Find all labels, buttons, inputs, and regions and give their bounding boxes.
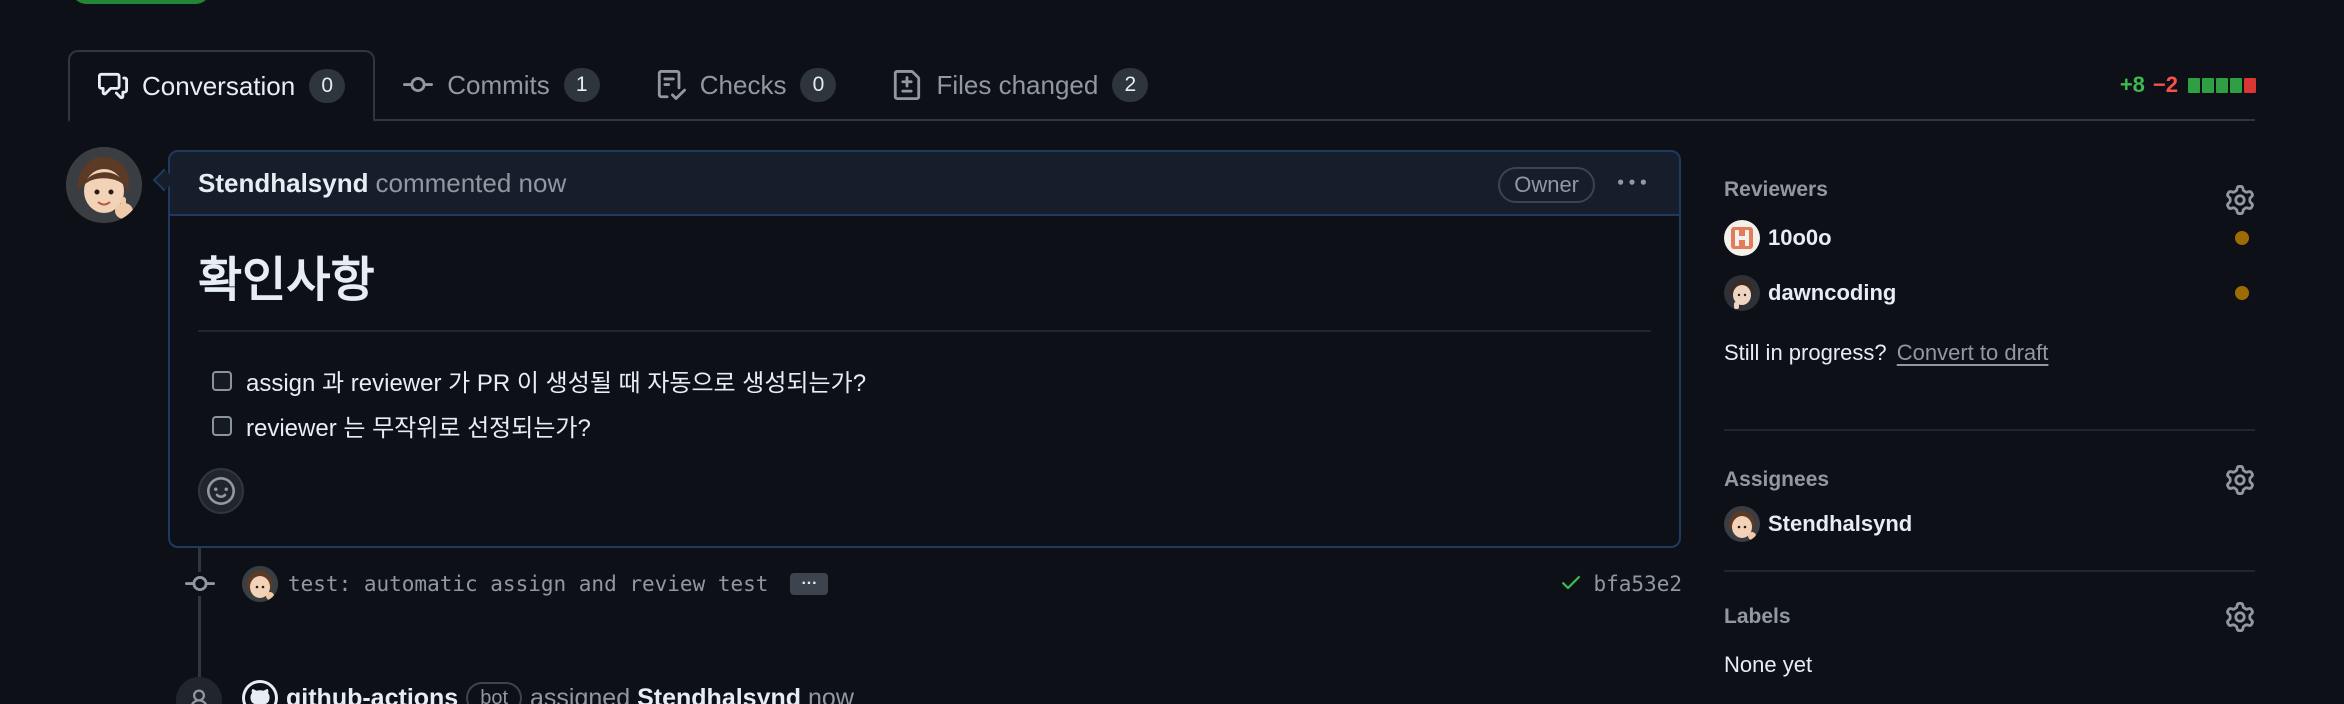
smiley-icon	[207, 477, 235, 505]
tab-label: Commits	[447, 69, 550, 100]
diffstat-block	[2216, 77, 2228, 93]
owner-badge: Owner	[1498, 167, 1595, 203]
person-icon	[176, 677, 222, 704]
comment-body: 확인사항 assign 과 reviewer 가 PR 이 생성될 때 자동으로…	[170, 216, 1679, 476]
comment-author[interactable]: Stendhalsynd	[198, 168, 368, 199]
task-list-item: assign 과 reviewer 가 PR 이 생성될 때 자동으로 생성되는…	[212, 358, 1651, 403]
diffstat-block	[2230, 77, 2242, 93]
commit-author-avatar[interactable]	[242, 566, 278, 602]
pr-description-comment: Stendhalsynd commented now Owner 확인사항 as…	[168, 150, 1681, 548]
pending-review-icon	[2235, 231, 2249, 245]
reviewer-avatar	[1724, 220, 1760, 256]
commit-sha-group: bfa53e2	[1559, 570, 1682, 599]
task-list-item: reviewer 는 무작위로 선정되는가?	[212, 403, 1651, 448]
assignees-section: Assignees Stendhalsynd	[1724, 431, 2255, 572]
checklist-icon	[656, 70, 686, 100]
event-actor[interactable]: github-actions	[286, 684, 458, 704]
reviewers-title[interactable]: Reviewers	[1724, 175, 2255, 205]
assignees-title[interactable]: Assignees	[1724, 465, 2255, 495]
reviewer-name: 10o0o	[1768, 225, 1832, 250]
git-commit-icon	[183, 572, 216, 596]
pr-sidebar: Reviewers 10o0o dawncoding Still in prog…	[1724, 170, 2255, 704]
tab-conversation[interactable]: Conversation 0	[68, 50, 376, 122]
check-icon[interactable]	[1559, 570, 1583, 599]
tab-commits[interactable]: Commits 1	[375, 50, 628, 120]
commit-expand-button[interactable]: ···	[790, 573, 829, 595]
author-avatar[interactable]	[66, 147, 142, 223]
labels-value: None yet	[1724, 652, 1813, 677]
file-diff-icon	[892, 70, 922, 100]
gear-icon[interactable]	[2225, 602, 2255, 632]
assignee-item[interactable]: Stendhalsynd	[1724, 499, 2255, 549]
gear-icon[interactable]	[2225, 185, 2255, 215]
tab-files-changed[interactable]: Files changed 2	[864, 50, 1176, 120]
kebab-horizontal-icon[interactable]	[1615, 166, 1649, 200]
diffstat-block	[2244, 77, 2256, 93]
progress-question: Still in progress?	[1724, 340, 1887, 365]
convert-to-draft-link[interactable]: Convert to draft	[1897, 340, 2049, 365]
task-checkbox[interactable]	[212, 415, 232, 436]
tab-label: Conversation	[142, 70, 296, 101]
gear-icon[interactable]	[2225, 465, 2255, 495]
reviewer-name: dawncoding	[1768, 280, 1897, 305]
assign-event: github-actions bot assigned Stendhalsynd…	[242, 680, 854, 704]
labels-title[interactable]: Labels	[1724, 602, 2255, 632]
assignee-name: Stendhalsynd	[1768, 511, 1913, 536]
bot-badge: bot	[466, 682, 523, 704]
comment-discussion-icon	[98, 71, 128, 101]
comment-timestamp[interactable]: commented now	[375, 168, 566, 199]
github-logo-icon[interactable]	[242, 680, 278, 704]
add-reaction-button[interactable]	[198, 468, 244, 514]
event-time[interactable]: now	[808, 684, 854, 704]
task-text: assign 과 reviewer 가 PR 이 생성될 때 자동으로 생성되는…	[246, 370, 867, 397]
commit-sha[interactable]: bfa53e2	[1593, 572, 1682, 596]
comment-header: Stendhalsynd commented now Owner	[170, 152, 1679, 216]
reviewers-section: Reviewers 10o0o dawncoding Still in prog…	[1724, 175, 2255, 431]
pending-review-icon	[2235, 286, 2249, 300]
draft-prompt: Still in progress? Convert to draft	[1724, 340, 2255, 366]
task-checkbox[interactable]	[212, 370, 232, 391]
reviewer-avatar	[1724, 275, 1760, 311]
tab-count: 0	[309, 69, 346, 103]
diffstat[interactable]: +8 −2	[2120, 72, 2258, 98]
tab-count: 1	[563, 68, 600, 102]
labels-section: Labels None yet	[1724, 572, 2255, 704]
diffstat-block	[2188, 77, 2200, 93]
diffstat-deletions: −2	[2152, 72, 2178, 97]
tab-count: 0	[800, 68, 837, 102]
task-text: reviewer 는 무작위로 선정되는가?	[246, 415, 591, 442]
diffstat-additions: +8	[2119, 72, 2145, 97]
git-commit-icon	[403, 70, 434, 100]
assignee-avatar	[1724, 506, 1760, 542]
tabs-divider	[68, 119, 2255, 121]
commit-message[interactable]: test: automatic assign and review test	[288, 572, 768, 596]
pr-tabs: Conversation 0 Commits 1 Checks 0 Files …	[68, 50, 1176, 122]
merge-button-partial[interactable]	[72, 0, 210, 4]
tab-label: Files changed	[936, 69, 1099, 100]
tab-label: Checks	[699, 69, 787, 100]
commit-event: test: automatic assign and review test ·…	[242, 562, 1682, 606]
event-target[interactable]: Stendhalsynd	[637, 684, 801, 704]
reviewer-item[interactable]: dawncoding	[1724, 268, 2255, 318]
tab-checks[interactable]: Checks 0	[628, 50, 865, 120]
reviewer-item[interactable]: 10o0o	[1724, 213, 2255, 263]
comment-heading: 확인사항	[198, 240, 1651, 332]
tab-count: 2	[1112, 68, 1149, 102]
event-verb: assigned	[530, 683, 631, 704]
diffstat-block	[2202, 77, 2214, 93]
